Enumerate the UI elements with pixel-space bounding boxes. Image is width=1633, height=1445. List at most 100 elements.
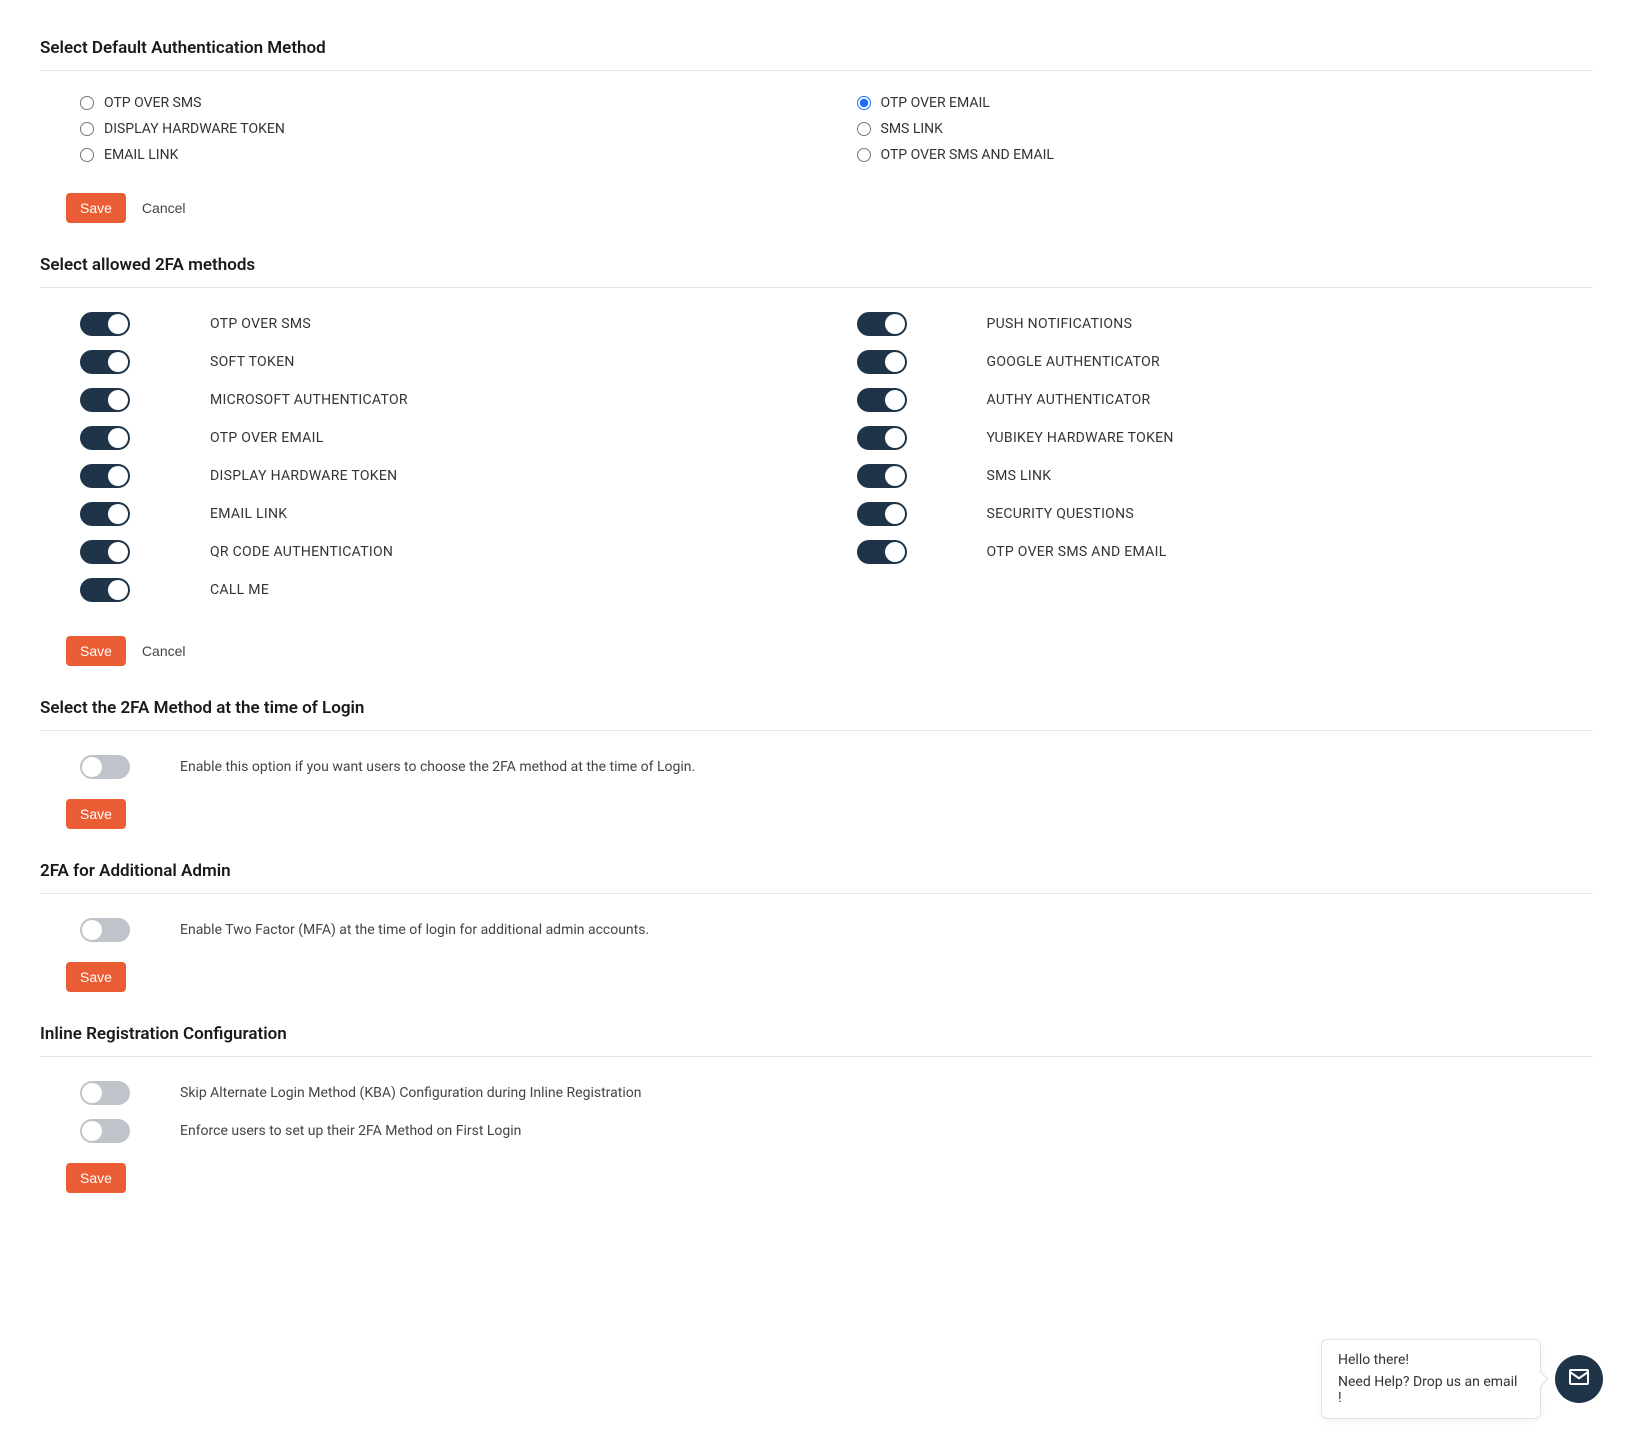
radio-label: DISPLAY HARDWARE TOKEN xyxy=(104,121,285,137)
cancel-button[interactable]: Cancel xyxy=(142,643,186,659)
section-divider xyxy=(40,730,1593,731)
mail-icon xyxy=(1567,1365,1591,1393)
save-button[interactable]: Save xyxy=(66,1163,126,1193)
toggle-label: SMS LINK xyxy=(987,468,1052,484)
section-divider xyxy=(40,287,1593,288)
section-divider xyxy=(40,1056,1593,1057)
radio-input[interactable] xyxy=(857,122,871,136)
toggle-additional-admin-2fa[interactable] xyxy=(80,918,130,942)
section-inline-registration: Inline Registration Configuration Skip A… xyxy=(40,1024,1593,1217)
toggle-label: CALL ME xyxy=(210,582,269,598)
toggle-label: OTP OVER EMAIL xyxy=(210,430,324,446)
toggle-authy[interactable] xyxy=(857,388,907,412)
toggle-row: YUBIKEY HARDWARE TOKEN xyxy=(857,426,1594,450)
section-additional-admin-2fa: 2FA for Additional Admin Enable Two Fact… xyxy=(40,861,1593,1016)
toggle-row: QR CODE AUTHENTICATION xyxy=(80,540,817,564)
toggle-label: DISPLAY HARDWARE TOKEN xyxy=(210,468,397,484)
toggle-label: GOOGLE AUTHENTICATOR xyxy=(987,354,1160,370)
section-divider xyxy=(40,70,1593,71)
toggle-push-notif[interactable] xyxy=(857,312,907,336)
radio-input[interactable] xyxy=(857,148,871,162)
radio-option-sms-link[interactable]: SMS LINK xyxy=(857,121,1594,137)
toggle-skip-kba[interactable] xyxy=(80,1081,130,1105)
toggle-row: PUSH NOTIFICATIONS xyxy=(857,312,1594,336)
toggle-call-me[interactable] xyxy=(80,578,130,602)
radio-col-left: OTP OVER SMS DISPLAY HARDWARE TOKEN EMAI… xyxy=(80,95,817,173)
toggle-otp-sms[interactable] xyxy=(80,312,130,336)
chat-prompt-bubble[interactable]: Hello there! Need Help? Drop us an email… xyxy=(1321,1339,1541,1419)
radio-input[interactable] xyxy=(857,96,871,110)
toggle-row: SMS LINK xyxy=(857,464,1594,488)
toggle-label: AUTHY AUTHENTICATOR xyxy=(987,392,1151,408)
toggle-email-link[interactable] xyxy=(80,502,130,526)
chat-launcher-button[interactable] xyxy=(1555,1355,1603,1403)
toggle-col-right: PUSH NOTIFICATIONS GOOGLE AUTHENTICATOR … xyxy=(857,312,1594,616)
toggle-row: CALL ME xyxy=(80,578,817,602)
toggle-row: OTP OVER EMAIL xyxy=(80,426,817,450)
save-button[interactable]: Save xyxy=(66,193,126,223)
section-title: Select the 2FA Method at the time of Log… xyxy=(40,698,1593,718)
toggle-google-auth[interactable] xyxy=(857,350,907,374)
section-divider xyxy=(40,893,1593,894)
radio-label: OTP OVER SMS xyxy=(104,95,201,111)
toggle-row: AUTHY AUTHENTICATOR xyxy=(857,388,1594,412)
radio-label: OTP OVER SMS AND EMAIL xyxy=(881,147,1054,163)
chat-widget: Hello there! Need Help? Drop us an email… xyxy=(1321,1339,1603,1419)
toggle-otp-email[interactable] xyxy=(80,426,130,450)
cancel-button[interactable]: Cancel xyxy=(142,200,186,216)
toggle-enforce-first-login[interactable] xyxy=(80,1119,130,1143)
toggle-row: GOOGLE AUTHENTICATOR xyxy=(857,350,1594,374)
save-button[interactable]: Save xyxy=(66,799,126,829)
toggle-row: SOFT TOKEN xyxy=(80,350,817,374)
radio-input[interactable] xyxy=(80,96,94,110)
toggle-display-hw-token[interactable] xyxy=(80,464,130,488)
toggle-label: MICROSOFT AUTHENTICATOR xyxy=(210,392,408,408)
radio-col-right: OTP OVER EMAIL SMS LINK OTP OVER SMS AND… xyxy=(857,95,1594,173)
radio-label: EMAIL LINK xyxy=(104,147,178,163)
toggle-otp-sms-email[interactable] xyxy=(857,540,907,564)
toggle-col-left: OTP OVER SMS SOFT TOKEN MICROSOFT AUTHEN… xyxy=(80,312,817,616)
section-title: Select Default Authentication Method xyxy=(40,38,1593,58)
section-default-auth: Select Default Authentication Method OTP… xyxy=(40,38,1593,247)
chat-help-text: Need Help? Drop us an email ! xyxy=(1338,1374,1524,1406)
radio-option-email-link[interactable]: EMAIL LINK xyxy=(80,147,817,163)
section-title: Inline Registration Configuration xyxy=(40,1024,1593,1044)
radio-input[interactable] xyxy=(80,148,94,162)
toggle-label: PUSH NOTIFICATIONS xyxy=(987,316,1133,332)
toggle-ms-auth[interactable] xyxy=(80,388,130,412)
toggle-label: SECURITY QUESTIONS xyxy=(987,506,1135,522)
radio-label: OTP OVER EMAIL xyxy=(881,95,990,111)
toggle-description: Skip Alternate Login Method (KBA) Config… xyxy=(180,1085,641,1101)
toggle-qr-code[interactable] xyxy=(80,540,130,564)
radio-option-otp-email[interactable]: OTP OVER EMAIL xyxy=(857,95,1594,111)
toggle-row: SECURITY QUESTIONS xyxy=(857,502,1594,526)
toggle-label: SOFT TOKEN xyxy=(210,354,295,370)
section-login-time-2fa: Select the 2FA Method at the time of Log… xyxy=(40,698,1593,853)
save-button[interactable]: Save xyxy=(66,636,126,666)
toggle-description: Enable Two Factor (MFA) at the time of l… xyxy=(180,922,649,938)
radio-option-display-hw-token[interactable]: DISPLAY HARDWARE TOKEN xyxy=(80,121,817,137)
radio-option-otp-sms[interactable]: OTP OVER SMS xyxy=(80,95,817,111)
section-allowed-2fa: Select allowed 2FA methods OTP OVER SMS … xyxy=(40,255,1593,690)
toggle-description: Enforce users to set up their 2FA Method… xyxy=(180,1123,521,1139)
radio-input[interactable] xyxy=(80,122,94,136)
toggle-login-time-2fa[interactable] xyxy=(80,755,130,779)
save-button[interactable]: Save xyxy=(66,962,126,992)
toggle-label: YUBIKEY HARDWARE TOKEN xyxy=(987,430,1174,446)
section-title: 2FA for Additional Admin xyxy=(40,861,1593,881)
toggle-soft-token[interactable] xyxy=(80,350,130,374)
toggle-label: OTP OVER SMS AND EMAIL xyxy=(987,544,1167,560)
toggle-security-questions[interactable] xyxy=(857,502,907,526)
toggle-row: DISPLAY HARDWARE TOKEN xyxy=(80,464,817,488)
toggle-row: OTP OVER SMS AND EMAIL xyxy=(857,540,1594,564)
radio-label: SMS LINK xyxy=(881,121,943,137)
section-title: Select allowed 2FA methods xyxy=(40,255,1593,275)
toggle-row: EMAIL LINK xyxy=(80,502,817,526)
toggle-row: MICROSOFT AUTHENTICATOR xyxy=(80,388,817,412)
radio-option-otp-sms-email[interactable]: OTP OVER SMS AND EMAIL xyxy=(857,147,1594,163)
chat-bubble-tail xyxy=(1532,1371,1549,1388)
toggle-description: Enable this option if you want users to … xyxy=(180,759,695,775)
toggle-row: OTP OVER SMS xyxy=(80,312,817,336)
toggle-yubikey[interactable] xyxy=(857,426,907,450)
toggle-sms-link[interactable] xyxy=(857,464,907,488)
